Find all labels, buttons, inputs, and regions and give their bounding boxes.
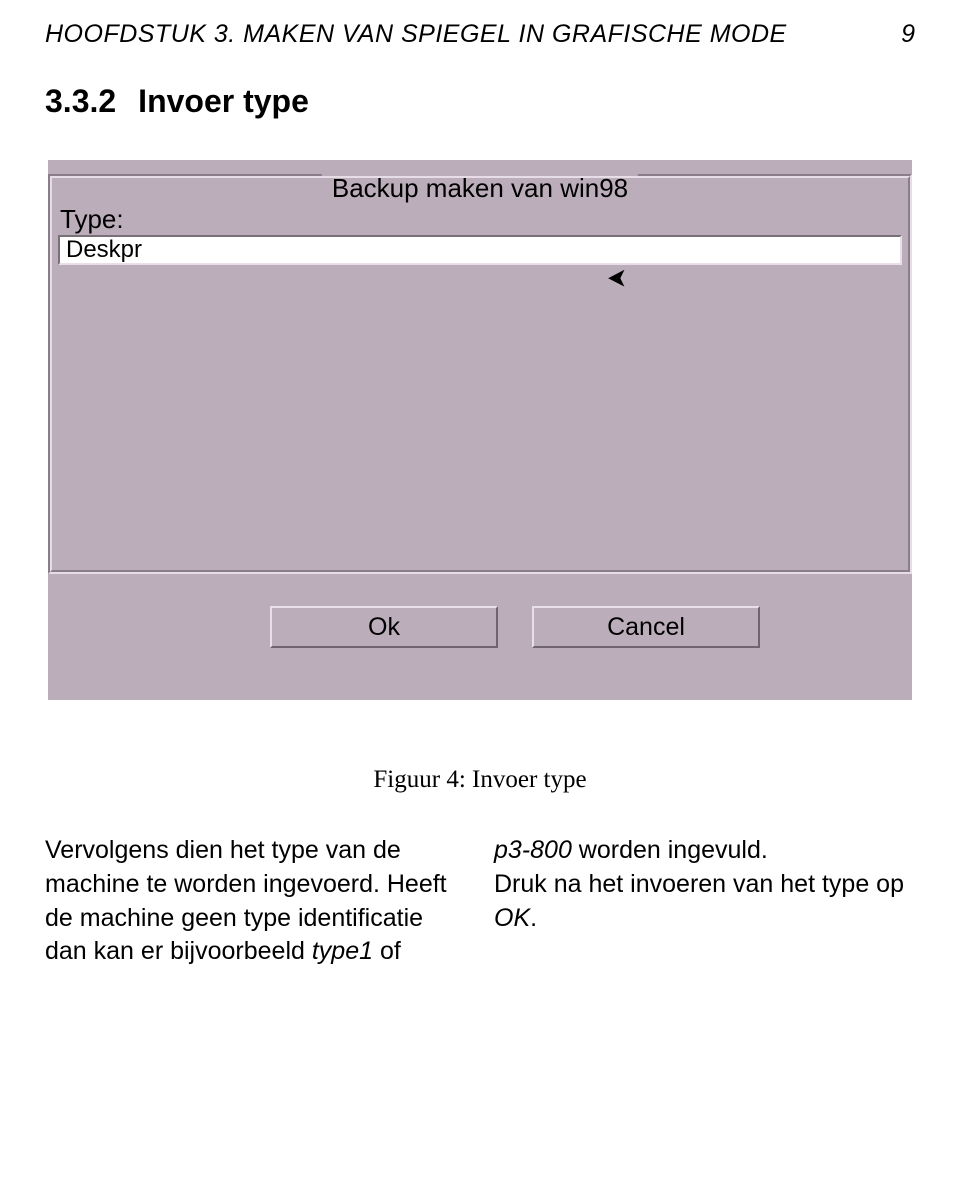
body-text-italic: OK	[494, 904, 530, 932]
body-text: Druk na het invoeren van het type op	[494, 870, 904, 898]
cancel-button[interactable]: Cancel	[532, 606, 760, 648]
backup-dialog: Backup maken van win98 Type: ➤ Ok Cancel	[48, 160, 912, 700]
body-right-column: p3-800 worden ingevuld. Druk na het invo…	[494, 834, 915, 969]
section-title: Invoer type	[138, 83, 309, 119]
type-label: Type:	[60, 204, 124, 235]
chapter-title: HOOFDSTUK 3. MAKEN VAN SPIEGEL IN GRAFIS…	[45, 20, 787, 49]
page-number: 9	[901, 20, 915, 49]
body-text: machine te worden ingevoerd. Heeft	[45, 870, 447, 898]
type-input[interactable]	[58, 235, 902, 265]
page-header: HOOFDSTUK 3. MAKEN VAN SPIEGEL IN GRAFIS…	[45, 20, 915, 49]
body-columns: Vervolgens dien het type van de machine …	[45, 834, 915, 969]
document-page: HOOFDSTUK 3. MAKEN VAN SPIEGEL IN GRAFIS…	[0, 0, 960, 1009]
body-text: worden ingevuld.	[572, 836, 768, 864]
dialog-groupbox: Backup maken van win98 Type: ➤	[48, 174, 912, 574]
section-number: 3.3.2	[45, 83, 116, 119]
section-heading: 3.3.2 Invoer type	[45, 83, 915, 120]
body-text: of	[373, 937, 401, 965]
body-text-italic: p3-800	[494, 836, 572, 864]
body-text: de machine geen type identificatie	[45, 904, 423, 932]
body-text: dan kan er bijvoorbeeld	[45, 937, 312, 965]
figure-caption: Figuur 4: Invoer type	[45, 766, 915, 794]
body-left-column: Vervolgens dien het type van de machine …	[45, 834, 466, 969]
body-text-italic: type1	[312, 937, 373, 965]
cursor-icon: ➤	[607, 263, 627, 295]
body-text: Vervolgens dien het type van de	[45, 836, 401, 864]
body-text: .	[530, 904, 537, 932]
ok-button[interactable]: Ok	[270, 606, 498, 648]
dialog-title: Backup maken van win98	[322, 174, 638, 202]
